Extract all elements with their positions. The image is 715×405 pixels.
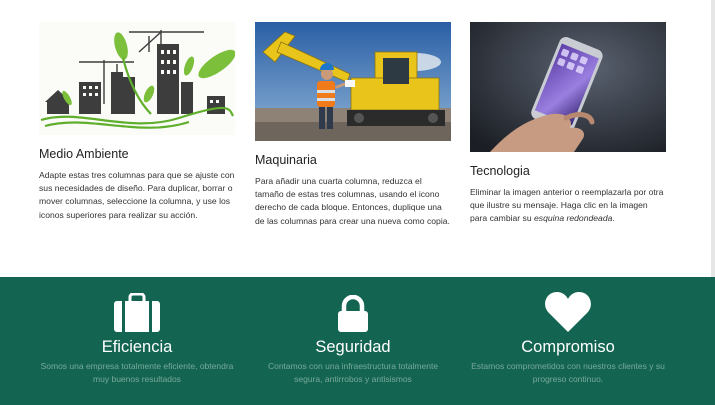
heart-icon xyxy=(544,291,592,333)
green-city-image[interactable] xyxy=(39,22,235,135)
column-title: Tecnologia xyxy=(470,164,530,178)
column-tecnologia: Tecnologia Eliminar la imagen anterior o… xyxy=(470,22,666,226)
features-band: Eficiencia Somos una empresa totalmente … xyxy=(0,277,715,405)
feature-title: Eficiencia xyxy=(101,338,173,356)
feature-text: Estamos comprometidos con nuestros clien… xyxy=(471,361,665,384)
column-medio-ambiente: Medio Ambiente Adapte estas tres columna… xyxy=(39,22,235,222)
column-text-end: . xyxy=(612,213,615,224)
feature-text: Somos una empresa totalmente eficiente, … xyxy=(40,361,234,384)
feature-compromiso: Compromiso Estamos comprometidos con nue… xyxy=(468,289,668,386)
page-scrollbar[interactable] xyxy=(711,0,715,277)
feature-eficiencia: Eficiencia Somos una empresa totalmente … xyxy=(37,289,237,386)
column-text: Eliminar la imagen anterior o reemplazar… xyxy=(470,186,666,226)
column-text-emphasis: esquina redondeada xyxy=(534,213,613,224)
feature-text: Contamos con una infraestructura totalme… xyxy=(267,361,439,384)
smartphone-image[interactable] xyxy=(470,22,666,152)
column-title: Maquinaria xyxy=(255,153,317,167)
column-maquinaria: Maquinaria Para añadir una cuarta column… xyxy=(255,22,451,228)
feature-title: Compromiso xyxy=(521,338,615,356)
column-text: Adapte estas tres columnas para que se a… xyxy=(39,170,235,220)
feature-seguridad: Seguridad Contamos con una infraestructu… xyxy=(253,289,453,386)
feature-title: Seguridad xyxy=(315,338,391,356)
lock-icon xyxy=(336,295,370,333)
columns-section: Medio Ambiente Adapte estas tres columna… xyxy=(0,0,715,277)
column-title: Medio Ambiente xyxy=(39,147,129,161)
excavator-image[interactable] xyxy=(255,22,451,141)
column-text: Para añadir una cuarta columna, reduzca … xyxy=(255,176,450,226)
briefcase-icon xyxy=(113,293,161,333)
